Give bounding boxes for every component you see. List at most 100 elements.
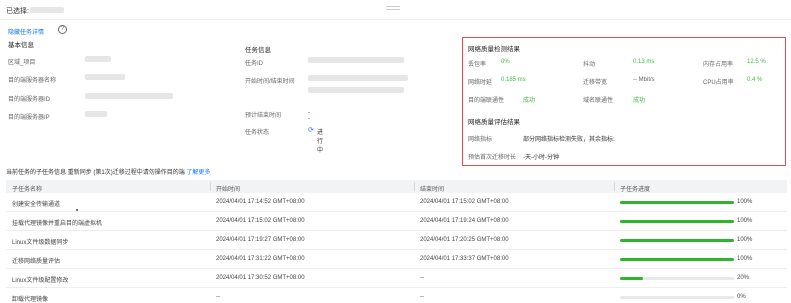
progress-label: 0% bbox=[737, 294, 746, 300]
table-row: 创建安全传输通道 2024/04/01 17:14:52 GMT+08:00 2… bbox=[6, 193, 787, 212]
subtask-name: 创建安全传输通道 bbox=[12, 202, 61, 208]
subtask-name: 挂载代理镜像并重启目的端虚拟机 bbox=[12, 221, 103, 227]
progress-label: 100% bbox=[737, 218, 753, 224]
hide-details-link[interactable]: 隐藏任务详情 bbox=[8, 27, 44, 36]
progress-bar bbox=[620, 296, 734, 299]
task-row-value-redacted bbox=[308, 57, 404, 63]
subtask-start: 2024/04/01 17:14:52 GMT+08:00 bbox=[216, 199, 305, 205]
subtask-notice: 重新同步 (第1次)迁移过程中请勿操作目的端 bbox=[67, 170, 185, 176]
metric-label: 目的端联通性 bbox=[468, 98, 505, 104]
task-info-title: 任务信息 bbox=[245, 47, 271, 54]
basic-row-value-redacted bbox=[85, 111, 107, 117]
progress-bar bbox=[620, 220, 734, 223]
column-divider bbox=[210, 182, 211, 191]
evaluation-label: 网络指标 bbox=[468, 137, 493, 143]
metric-value: -- Mbit/s bbox=[633, 77, 655, 83]
table-header: 子任务名称 开始时间 结束时间 子任务进度 bbox=[6, 180, 787, 193]
estimated-end-value: -- bbox=[308, 110, 310, 122]
selected-label: 已选择: bbox=[6, 8, 29, 15]
help-icon[interactable]: ? bbox=[58, 25, 67, 34]
cursor-dot bbox=[76, 209, 78, 211]
basic-row-label: 区域_项目 bbox=[8, 60, 36, 66]
metric-value: 0.4 % bbox=[747, 77, 763, 83]
task-row-label: 开始时间/结束时间 bbox=[245, 79, 295, 85]
subtask-name: 迁移网络质量评估 bbox=[12, 259, 61, 265]
metric-label: 抖动 bbox=[583, 62, 596, 68]
basic-row-label: 目的端服务器ID bbox=[8, 97, 51, 103]
running-status-icon: ⟳ bbox=[308, 127, 314, 134]
metric-label: 域名联通性 bbox=[583, 98, 614, 104]
table-row: 卸载代理镜像 -- -- 0% bbox=[6, 288, 787, 303]
subtask-end: 2024/04/01 17:15:02 GMT+08:00 bbox=[420, 199, 509, 205]
subtask-end: 2024/04/01 17:19:24 GMT+08:00 bbox=[420, 218, 509, 224]
column-divider bbox=[614, 182, 615, 191]
task-row-value-redacted bbox=[308, 75, 408, 81]
progress-bar bbox=[620, 258, 734, 261]
task-row-label: 任务状态 bbox=[245, 130, 270, 136]
basic-row-value-redacted bbox=[85, 56, 111, 62]
metric-value: 12.5 % bbox=[747, 59, 766, 65]
drag-handle-icon[interactable] bbox=[386, 6, 400, 10]
subtask-end: -- bbox=[420, 275, 424, 281]
learn-more-link[interactable]: 了解更多 bbox=[186, 170, 210, 176]
subtask-start: 2024/04/01 17:31:22 GMT+08:00 bbox=[216, 256, 305, 262]
task-row-label: 预计结束时间 bbox=[245, 113, 282, 119]
evaluation-value: 部分网络指标检测失败，其余指标: bbox=[523, 137, 615, 143]
column-header-progress: 子任务进度 bbox=[620, 187, 651, 193]
network-quality-title: 网络质量检测结果 bbox=[468, 46, 520, 53]
progress-fill bbox=[620, 201, 734, 204]
basic-row-value-redacted bbox=[85, 93, 173, 99]
subtask-end: 2024/04/01 17:20:25 GMT+08:00 bbox=[420, 237, 509, 243]
evaluation-label: 预估首次迁移时长 bbox=[468, 155, 517, 161]
table-row: Linux文件级配置修改 2024/04/01 17:30:52 GMT+08:… bbox=[6, 269, 787, 288]
progress-fill bbox=[620, 239, 734, 242]
table-row: 迁移网络质量评估 2024/04/01 17:31:22 GMT+08:00 2… bbox=[6, 250, 787, 269]
progress-bar bbox=[620, 277, 734, 280]
subtask-end: 2024/04/01 17:33:37 GMT+08:00 bbox=[420, 256, 509, 262]
basic-row-label: 目的端服务器名称 bbox=[8, 78, 57, 84]
subtask-end: -- bbox=[420, 294, 424, 300]
column-header-name: 子任务名称 bbox=[12, 187, 43, 193]
subtask-name: Linux文件级数据同步 bbox=[12, 240, 69, 246]
basic-info-title: 基本信息 bbox=[8, 42, 34, 49]
column-header-end: 结束时间 bbox=[420, 187, 445, 193]
subtask-start: 2024/04/01 17:30:52 GMT+08:00 bbox=[216, 275, 305, 281]
table-row: Linux文件级数据同步 2024/04/01 17:19:27 GMT+08:… bbox=[6, 231, 787, 250]
metric-label: 迁移带宽 bbox=[583, 80, 608, 86]
progress-fill bbox=[620, 277, 643, 280]
selected-value-redacted bbox=[30, 7, 64, 13]
metric-value: 成功 bbox=[523, 98, 536, 104]
column-header-start: 开始时间 bbox=[216, 187, 241, 193]
metric-label: 网络时延 bbox=[468, 80, 493, 86]
metric-value: 0.13 ms bbox=[633, 59, 655, 65]
progress-bar bbox=[620, 239, 734, 242]
progress-bar bbox=[620, 201, 734, 204]
progress-label: 20% bbox=[737, 275, 750, 281]
metric-value: 0% bbox=[501, 59, 510, 65]
task-status-value: 进行中 bbox=[317, 130, 324, 154]
metric-label: 内存占用率 bbox=[703, 62, 734, 68]
table-row: 挂载代理镜像并重启目的端虚拟机 2024/04/01 17:15:02 GMT+… bbox=[6, 212, 787, 231]
metric-label: 丢包率 bbox=[468, 62, 487, 68]
task-row-value-redacted bbox=[308, 87, 404, 93]
progress-fill bbox=[620, 220, 734, 223]
progress-fill bbox=[620, 258, 734, 261]
evaluation-title: 网络质量评估结果 bbox=[468, 119, 520, 126]
progress-label: 100% bbox=[737, 199, 753, 205]
subtask-start: 2024/04/01 17:19:27 GMT+08:00 bbox=[216, 237, 305, 243]
metric-label: CPU占用率 bbox=[703, 80, 734, 86]
subtask-start: -- bbox=[216, 294, 220, 300]
subtask-heading: 当前任务的子任务信息 重新同步 (第1次)迁移过程中请勿操作目的端 了解更多 bbox=[6, 167, 210, 176]
subtask-name: Linux文件级配置修改 bbox=[12, 278, 69, 284]
task-row-label: 任务ID bbox=[245, 61, 264, 67]
progress-label: 100% bbox=[737, 237, 753, 243]
selected-bar: 已选择: bbox=[0, 0, 791, 20]
subtask-name: 卸载代理镜像 bbox=[12, 297, 49, 303]
subtask-title: 当前任务的子任务信息 bbox=[6, 170, 67, 176]
column-divider bbox=[414, 182, 415, 191]
metric-value: 0.185 ms bbox=[501, 77, 526, 83]
subtask-start: 2024/04/01 17:15:02 GMT+08:00 bbox=[216, 218, 305, 224]
network-quality-panel: 网络质量检测结果 丢包率 0% 抖动 0.13 ms 内存占用率 12.5 % … bbox=[462, 37, 786, 166]
evaluation-value: -天-小时-分钟 bbox=[523, 155, 559, 161]
metric-value: 成功 bbox=[633, 98, 646, 104]
